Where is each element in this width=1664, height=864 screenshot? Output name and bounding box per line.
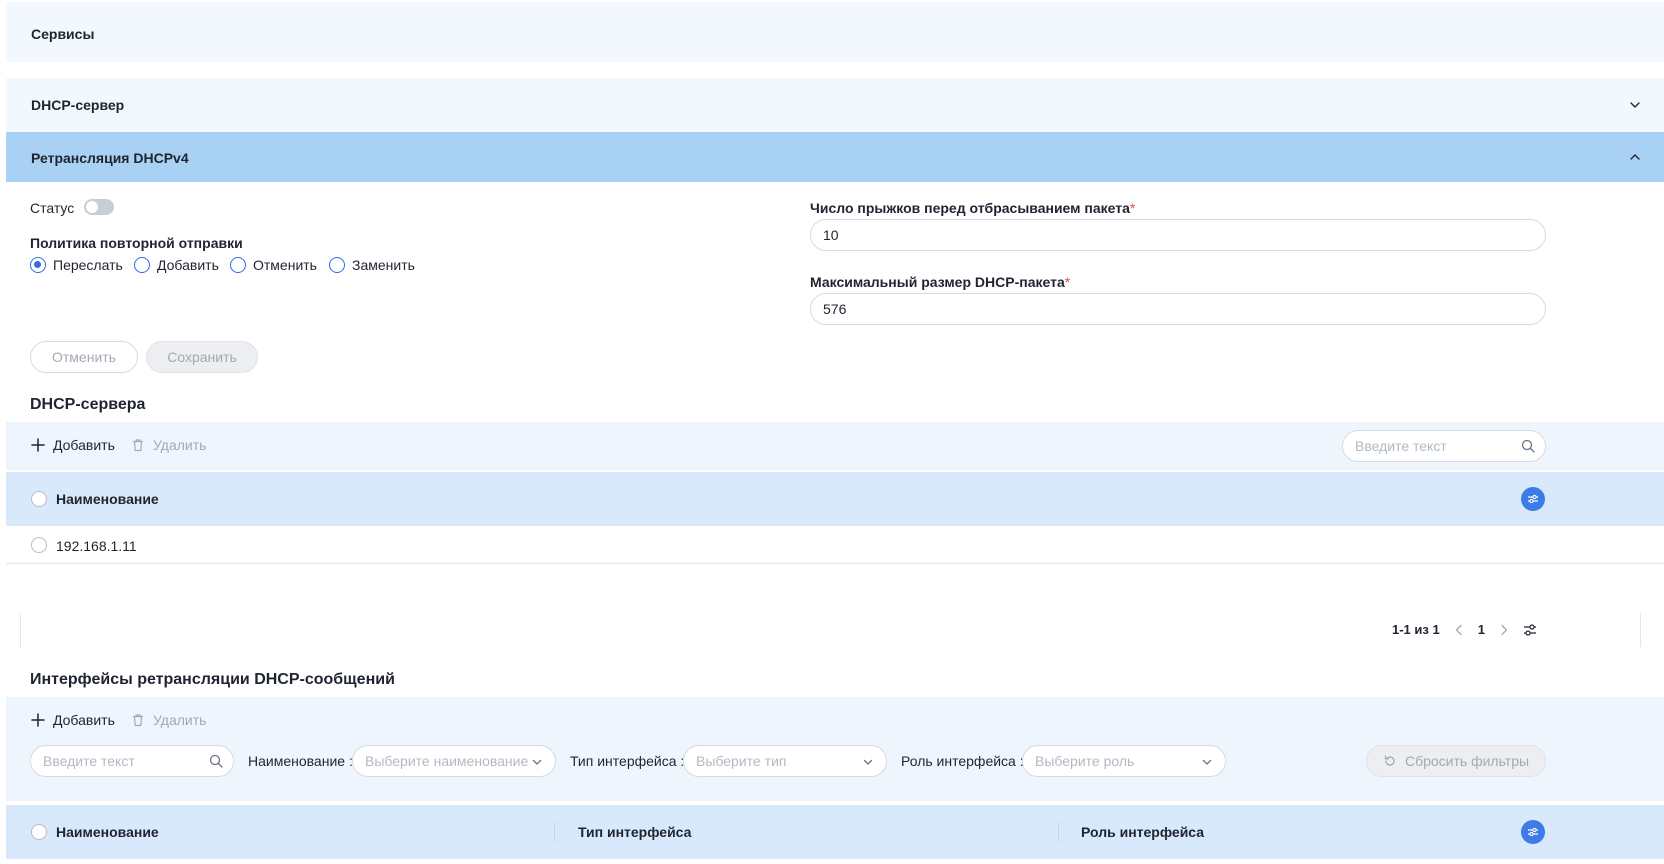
select-placeholder: Выберите роль <box>1035 753 1135 769</box>
delete-dhcp-server-button[interactable]: Удалить <box>131 437 206 453</box>
delete-label: Удалить <box>153 712 207 728</box>
chevron-down-icon <box>863 759 873 765</box>
pager-divider-right <box>1640 613 1641 647</box>
save-button[interactable]: Сохранить <box>146 341 258 373</box>
radio-dot-checked <box>30 257 46 273</box>
trash-icon <box>133 714 143 727</box>
policy-option-label: Переслать <box>53 257 123 273</box>
table-row[interactable]: 192.168.1.11 <box>6 526 1664 564</box>
filter-name-select[interactable]: Выберите наименование <box>352 745 556 777</box>
radio-dot <box>134 257 150 273</box>
cancel-button[interactable]: Отменить <box>30 341 138 373</box>
page-title: Сервисы <box>31 26 95 42</box>
pagination-page[interactable]: 1 <box>1478 622 1485 637</box>
dhcp-servers-table-header: Наименование <box>6 472 1664 526</box>
select-placeholder: Выберите наименование <box>365 753 529 769</box>
sliders-icon[interactable] <box>1523 623 1537 637</box>
chevron-down-icon <box>532 759 542 765</box>
dhcp-servers-title: DHCP-сервера <box>30 396 146 413</box>
policy-radio-replace[interactable]: Заменить <box>329 257 415 273</box>
pager-divider-left <box>20 613 21 647</box>
search-icon <box>209 754 223 768</box>
reset-filters-label: Сбросить фильтры <box>1404 753 1530 769</box>
max-size-label: Максимальный размер DHCP-пакета <box>810 274 1065 290</box>
relay-interfaces-search-input[interactable]: Введите текст <box>30 745 234 777</box>
column-divider <box>554 822 555 842</box>
add-relay-interface-button[interactable]: Добавить <box>31 712 115 728</box>
required-mark: * <box>1064 274 1071 290</box>
column-header-interface-role[interactable]: Роль интерфейса <box>1081 824 1204 840</box>
plus-icon <box>31 713 45 727</box>
row-name-cell: 192.168.1.11 <box>56 538 137 554</box>
sliders-icon <box>1528 494 1538 504</box>
hops-field-label: Число прыжков перед отбрасыванием пакета… <box>810 200 1135 216</box>
accordion-dhcp-server[interactable]: DHCP-сервер <box>6 78 1664 132</box>
policy-radio-add[interactable]: Добавить <box>134 257 219 273</box>
filter-type-select[interactable]: Выберите тип <box>683 745 887 777</box>
policy-label: Политика повторной отправки <box>30 235 243 251</box>
policy-option-label: Отменить <box>253 257 317 273</box>
select-placeholder: Выберите тип <box>696 753 787 769</box>
page-header: Сервисы <box>6 2 1664 62</box>
column-header-interface-type[interactable]: Тип интерфейса <box>578 824 691 840</box>
hops-input[interactable]: 10 <box>810 219 1546 251</box>
delete-relay-interface-button[interactable]: Удалить <box>131 712 206 728</box>
pagination: 1-1 из 1 1 <box>1392 622 1537 637</box>
radio-dot <box>230 257 246 273</box>
search-icon <box>1521 439 1535 453</box>
policy-radio-cancel[interactable]: Отменить <box>230 257 317 273</box>
reset-icon <box>1384 755 1395 766</box>
reset-filters-button[interactable]: Сбросить фильтры <box>1366 745 1546 777</box>
add-dhcp-server-button[interactable]: Добавить <box>31 437 115 453</box>
accordion-dhcp-relay-label: Ретрансляция DHCPv4 <box>31 150 189 166</box>
chevron-right-icon[interactable] <box>1499 624 1509 636</box>
hops-label: Число прыжков перед отбрасыванием пакета <box>810 200 1130 216</box>
status-label: Статус <box>30 200 75 216</box>
filter-role-select[interactable]: Выберите роль <box>1022 745 1226 777</box>
row-checkbox[interactable] <box>31 537 47 553</box>
pagination-range: 1-1 из 1 <box>1392 622 1440 637</box>
relay-interfaces-table-header: Наименование Тип интерфейса Роль интерфе… <box>6 805 1664 859</box>
column-settings-button[interactable] <box>1521 487 1545 511</box>
max-size-input[interactable]: 576 <box>810 293 1546 325</box>
max-size-field-label: Максимальный размер DHCP-пакета* <box>810 274 1070 290</box>
relay-interfaces-title: Интерфейсы ретрансляции DHCP-сообщений <box>30 671 395 688</box>
filter-type-label: Тип интерфейса : <box>570 753 685 769</box>
chevron-down-icon <box>1630 102 1640 108</box>
filter-role-label: Роль интерфейса : <box>901 753 1024 769</box>
policy-option-label: Заменить <box>352 257 415 273</box>
sliders-icon <box>1528 827 1538 837</box>
filter-name-label: Наименование : <box>248 753 353 769</box>
select-all-checkbox[interactable] <box>31 824 47 840</box>
select-all-checkbox[interactable] <box>31 491 47 507</box>
required-mark: * <box>1129 200 1136 216</box>
delete-label: Удалить <box>153 437 207 453</box>
hops-input-value: 10 <box>823 227 839 243</box>
column-divider <box>1058 822 1059 842</box>
policy-radio-forward[interactable]: Переслать <box>30 257 123 273</box>
policy-option-label: Добавить <box>157 257 219 273</box>
accordion-dhcp-relay[interactable]: Ретрансляция DHCPv4 <box>6 132 1664 182</box>
dhcp-servers-toolbar: Добавить Удалить Введите текст <box>6 422 1664 470</box>
search-placeholder: Введите текст <box>43 753 135 769</box>
relay-interfaces-toolbar: Добавить Удалить Введите текст Наименова… <box>6 697 1664 801</box>
radio-dot <box>329 257 345 273</box>
status-toggle[interactable] <box>84 199 114 215</box>
plus-icon <box>31 438 45 452</box>
search-placeholder: Введите текст <box>1355 438 1447 454</box>
trash-icon <box>133 439 143 452</box>
add-label: Добавить <box>53 437 115 453</box>
add-label: Добавить <box>53 712 115 728</box>
chevron-up-icon <box>1630 154 1640 160</box>
accordion-dhcp-server-label: DHCP-сервер <box>31 97 125 113</box>
column-settings-button[interactable] <box>1521 820 1545 844</box>
column-header-name[interactable]: Наименование <box>56 824 159 840</box>
chevron-down-icon <box>1202 759 1212 765</box>
column-header-name[interactable]: Наименование <box>56 491 159 507</box>
dhcp-servers-search-input[interactable]: Введите текст <box>1342 430 1546 462</box>
chevron-left-icon[interactable] <box>1454 624 1464 636</box>
max-size-input-value: 576 <box>823 301 847 317</box>
